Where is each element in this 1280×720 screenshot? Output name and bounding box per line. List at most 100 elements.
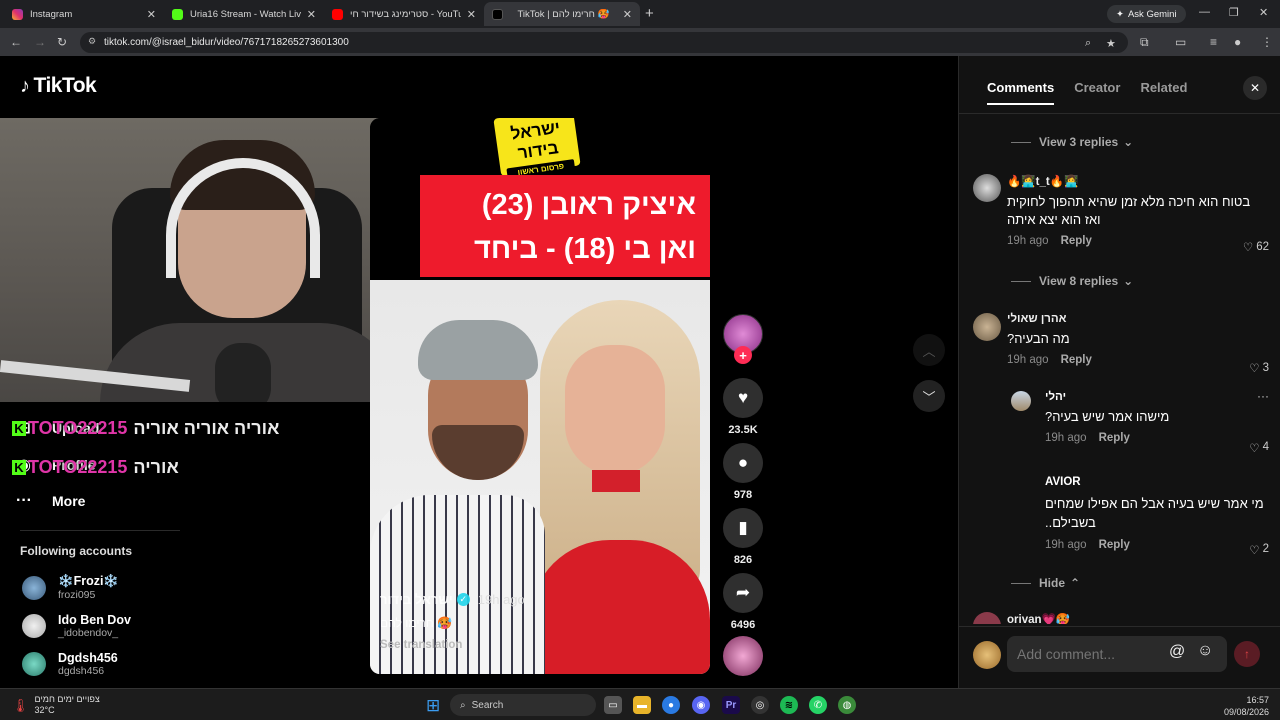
media-icon[interactable]: ≡ (1210, 35, 1217, 49)
close-tab-icon[interactable]: ✕ (467, 8, 476, 21)
discord-icon[interactable]: ◉ (692, 696, 710, 714)
comment-like[interactable]: ♡ 62 (1243, 240, 1269, 254)
heart-outline-icon: ♡ (1249, 545, 1260, 557)
comment-like[interactable]: ♡ 4 (1249, 441, 1269, 455)
tab-instagram[interactable]: Instagram ✕ (4, 2, 164, 26)
forward-icon[interactable]: → (34, 35, 46, 49)
cast-icon[interactable]: ▭ (1175, 35, 1186, 49)
ask-gemini-button[interactable]: ✦ Ask Gemini (1107, 5, 1186, 23)
comments-panel: Comments Creator Related ✕ View 3 replie… (958, 56, 1280, 688)
taskbar-clock[interactable]: 16:57 09/08/2026 (1224, 694, 1269, 718)
bookmark-star-icon[interactable]: ★ (1106, 37, 1116, 50)
hide-replies-button[interactable]: Hide ⌃ (1011, 576, 1080, 590)
next-video-button[interactable]: ﹀ (913, 380, 945, 412)
comment-username[interactable]: orivan💗🥵 (1007, 612, 1269, 624)
tiktok-icon (492, 8, 503, 20)
sidebar-more[interactable]: ··· More (12, 492, 85, 510)
taskbar-search[interactable]: ⌕ Search (450, 694, 596, 716)
reply-username[interactable]: יהלי (1045, 391, 1269, 403)
avatar[interactable] (973, 612, 1001, 624)
close-panel-icon[interactable]: ✕ (1243, 76, 1267, 100)
profile-icon[interactable]: ● (1234, 35, 1241, 49)
tab-related[interactable]: Related (1140, 80, 1187, 105)
reply-button[interactable]: Reply (1061, 235, 1092, 247)
follow-plus-icon[interactable]: + (734, 346, 752, 364)
zoom-icon[interactable]: ⌕ (1085, 37, 1091, 50)
man-beard (432, 425, 524, 480)
reply-button[interactable]: Reply (1099, 539, 1130, 551)
obs-icon[interactable]: ◎ (751, 696, 769, 714)
minimize-icon[interactable]: — (1199, 6, 1210, 18)
following-account[interactable]: Dgdsh456 dgdsh456 (22, 651, 118, 677)
weather-widget[interactable]: 🌡 צפויים ימים חמים 32°C (12, 694, 100, 716)
new-tab-icon[interactable]: + (645, 5, 654, 22)
comment-bubble-icon[interactable]: ● (723, 443, 763, 483)
close-tab-icon[interactable]: ✕ (307, 8, 316, 21)
maximize-icon[interactable]: ❐ (1229, 6, 1239, 19)
heart-icon[interactable]: ♥ (723, 378, 763, 418)
reply-button[interactable]: Reply (1099, 432, 1130, 444)
reply-button[interactable]: Reply (1061, 354, 1092, 366)
comment-username[interactable]: אהרן שאולי (1007, 313, 1269, 325)
comment-username[interactable]: 🔥👩‍💻t_t🔥👩‍💻 (1007, 174, 1269, 188)
back-icon[interactable]: ← (10, 35, 22, 49)
more-options-icon[interactable]: ··· (1257, 389, 1269, 403)
reload-icon[interactable]: ↻ (57, 35, 67, 49)
music-disc[interactable] (723, 636, 763, 676)
file-explorer-icon[interactable]: ▬ (633, 696, 651, 714)
following-account[interactable]: ❄️Frozi❄️ frozi095 (22, 574, 119, 601)
site-info-icon[interactable]: ⚙ (88, 36, 96, 47)
windows-start-icon[interactable]: ⊞ (426, 696, 440, 716)
extensions-icon[interactable]: ⧉ (1140, 35, 1149, 50)
close-tab-icon[interactable]: ✕ (147, 8, 156, 21)
comment-reply: יהלי מישהו אמר שיש בעיה? 19h ago Reply ··… (1011, 389, 1269, 455)
whatsapp-icon[interactable]: ✆ (809, 696, 827, 714)
url-bar[interactable]: ⚙ tiktok.com/@israel_bidur/video/7671718… (80, 32, 1128, 53)
comment-like[interactable]: ♡ 3 (1249, 361, 1269, 375)
tab-tiktok[interactable]: TikTok | חרימו להם 🥵 ✕ (484, 2, 640, 26)
premiere-icon[interactable]: Pr (722, 696, 740, 714)
share-action[interactable]: ➦ 6496 (723, 573, 763, 631)
see-translation-link[interactable]: See translation (380, 639, 525, 651)
tab-creator[interactable]: Creator (1074, 80, 1120, 105)
comment: 🔥👩‍💻t_t🔥👩‍💻 בטוח הוא חיכה מלא זמן שהיא ת… (973, 174, 1269, 254)
menu-icon[interactable]: ⋮ (1261, 35, 1273, 49)
send-icon[interactable]: ↑ (1234, 641, 1260, 667)
spotify-icon[interactable]: ≋ (780, 696, 798, 714)
tab-comments[interactable]: Comments (987, 80, 1055, 105)
video-caption: חרימו להם 🥵 (380, 616, 453, 630)
previous-video-button[interactable]: ︿ (913, 334, 945, 366)
mention-icon[interactable]: @ (1169, 643, 1185, 661)
comment-like[interactable]: ♡ 2 (1249, 543, 1269, 557)
view-replies-button[interactable]: View 8 replies ⌄ (1011, 274, 1133, 288)
following-account[interactable]: Ido Ben Dov _idobendov_ (22, 613, 131, 639)
avatar[interactable] (1011, 391, 1031, 411)
tab-youtube-studio[interactable]: סטרימינג בשידור חי - YouTube Studio ✕ (324, 2, 484, 26)
avatar[interactable] (973, 174, 1001, 202)
tab-kick[interactable]: Uria16 Stream - Watch Live on Kick ✕ (164, 2, 324, 26)
comment-action[interactable]: ● 978 (723, 443, 763, 501)
comment-time: 19h ago (1007, 235, 1049, 247)
bookmark-icon[interactable]: ▮ (723, 508, 763, 548)
view-replies-button[interactable]: View 3 replies ⌄ (1011, 135, 1133, 149)
headline-box: איציק ראובן (23) ואן בי (18) - ביחד (420, 175, 710, 277)
panel-divider (959, 113, 1280, 114)
app-icon[interactable]: ◍ (838, 696, 856, 714)
address-bar-row: ← → ↻ ⚙ tiktok.com/@israel_bidur/video/7… (0, 28, 1280, 56)
video-author[interactable]: ישראל בידור ✓ 19h ago (380, 592, 525, 607)
close-tab-icon[interactable]: ✕ (623, 8, 632, 21)
url-text[interactable]: tiktok.com/@israel_bidur/video/767171826… (104, 37, 349, 48)
comment: אהרן שאולי מה הבעיה? 19h ago Reply ♡ 3 (973, 313, 1269, 375)
video-player[interactable]: ישראל בידור פרסום ראשון איציק ראובן (23)… (370, 118, 710, 674)
task-view-icon[interactable]: ▭ (604, 696, 622, 714)
add-comment-input[interactable] (1007, 636, 1227, 672)
chrome-icon[interactable]: ● (662, 696, 680, 714)
save-action[interactable]: ▮ 826 (723, 508, 763, 566)
avatar[interactable] (973, 313, 1001, 341)
tiktok-logo[interactable]: ♪ TikTok (20, 74, 97, 98)
like-action[interactable]: ♥ 23.5K (723, 378, 763, 436)
share-arrow-icon[interactable]: ➦ (723, 573, 763, 613)
window-close-icon[interactable]: ✕ (1259, 6, 1268, 19)
reply-username[interactable]: AVIOR (1045, 476, 1269, 488)
emoji-icon[interactable]: ☺ (1197, 642, 1213, 660)
